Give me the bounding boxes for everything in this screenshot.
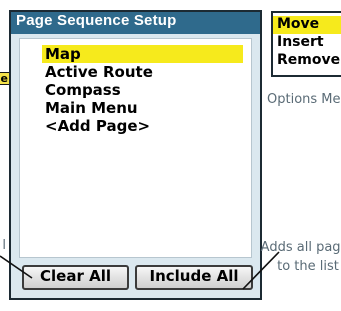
include-all-leader-line [242, 251, 280, 290]
clear-all-leader-line [0, 255, 33, 279]
leader-lines [0, 251, 280, 290]
